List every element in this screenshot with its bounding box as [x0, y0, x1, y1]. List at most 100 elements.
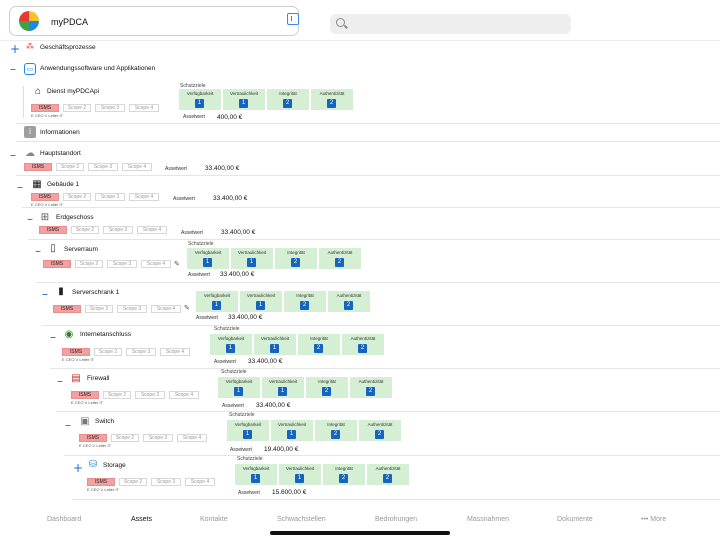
schutzziel-vertraulichkeit: Vertraulichkeit 1	[262, 377, 304, 398]
assetwert-label: Assetwert	[183, 114, 205, 120]
search-bar[interactable]	[330, 14, 571, 34]
schutzziel-vertraulichkeit: Vertraulichkeit 1	[231, 248, 273, 269]
assetwert-label: Assetwert	[181, 230, 203, 236]
asset-owner: E CEO V Leiter IT	[31, 113, 64, 118]
schutzziel-vertraulichkeit: Vertraulichkeit 1	[240, 291, 282, 312]
tab-kontakte[interactable]: Kontakte	[200, 516, 228, 523]
asset-name[interactable]: Hauptstandort	[40, 150, 81, 157]
home-indicator	[270, 531, 450, 535]
assetwert-value: 19.400,00 €	[264, 446, 299, 453]
search-icon	[336, 18, 345, 27]
scope-tag: Scope 4	[129, 193, 159, 201]
schutzziel-integritaet: Integrität 2	[275, 248, 317, 269]
schutzziel-authentizitaet: Authentizität 2	[319, 248, 361, 269]
edit-pencil-icon[interactable]: ✎	[184, 304, 190, 312]
scope-tag: Scope 3	[135, 391, 165, 399]
scope-tag: Scope 3	[95, 104, 125, 112]
category-label[interactable]: Informationen	[40, 129, 80, 136]
assetwert-label: Assetwert	[196, 315, 218, 321]
building-icon: ▦	[32, 179, 42, 190]
assetwert-value: 33.400,00 €	[220, 271, 255, 278]
bottom-tab-bar: Dashboard Assets Kontakte Schwachstellen…	[0, 510, 720, 530]
asset-name[interactable]: Gebäude 1	[47, 181, 79, 188]
application-icon: ▭	[24, 63, 36, 75]
scope-tag-isms: ISMS	[43, 260, 71, 268]
share-icon[interactable]	[287, 13, 299, 25]
header-divider	[0, 40, 720, 41]
scope-tag: Scope 2	[85, 305, 113, 313]
scope-tag: Scope 4	[141, 260, 171, 268]
schutzziel-verfuegbarkeit: Verfügbarkeit 1	[179, 89, 221, 110]
asset-owner: E CEO V Leiter IT	[79, 443, 112, 448]
collapse-minus-icon[interactable]: –	[65, 419, 71, 431]
asset-name[interactable]: Switch	[95, 418, 114, 425]
schutzziel-vertraulichkeit: Vertraulichkeit 1	[279, 464, 321, 485]
expand-plus-icon[interactable]: +	[10, 43, 20, 55]
scope-tag: Scope 4	[137, 226, 167, 234]
row-divider	[56, 411, 720, 412]
app-title: myPDCA	[51, 17, 89, 27]
schutzziel-verfuegbarkeit: Verfügbarkeit 1	[227, 420, 269, 441]
asset-owner: E CEO V Leiter IT	[62, 357, 95, 362]
scope-tag: Scope 4	[185, 478, 215, 486]
schutzziel-integritaet: Integrität 2	[306, 377, 348, 398]
row-divider	[22, 207, 720, 208]
asset-name[interactable]: Serverraum	[64, 246, 98, 253]
tab-bedrohungen[interactable]: Bedrohungen	[375, 516, 417, 523]
schutzziel-vertraulichkeit: Vertraulichkeit 1	[254, 334, 296, 355]
collapse-minus-icon[interactable]: –	[42, 288, 48, 300]
search-input[interactable]	[350, 17, 565, 31]
collapse-minus-icon[interactable]: –	[35, 245, 41, 257]
collapse-minus-icon[interactable]: –	[50, 331, 56, 343]
edit-pencil-icon[interactable]: ✎	[174, 260, 180, 268]
collapse-minus-icon[interactable]: –	[10, 63, 16, 75]
schutzziel-verfuegbarkeit: Verfügbarkeit 1	[235, 464, 277, 485]
schutzziel-verfuegbarkeit: Verfügbarkeit 1	[196, 291, 238, 312]
assetwert-label: Assetwert	[230, 447, 252, 453]
row-divider	[50, 368, 720, 369]
collapse-minus-icon[interactable]: –	[10, 149, 16, 161]
collapse-minus-icon[interactable]: –	[17, 181, 23, 193]
tab-more[interactable]: ••• More	[641, 516, 666, 523]
schutzziel-authentizitaet: Authentizität 2	[359, 420, 401, 441]
scope-tag: Scope 2	[63, 193, 91, 201]
collapse-minus-icon[interactable]: –	[27, 213, 33, 225]
schutzziele-label: Schutzziele	[229, 412, 255, 418]
schutzziel-verfuegbarkeit: Verfügbarkeit 1	[187, 248, 229, 269]
assetwert-label: Assetwert	[173, 196, 195, 202]
asset-owner: E CEO V Leiter IT	[87, 487, 120, 492]
category-label[interactable]: Anwendungssoftware und Applikationen	[40, 65, 155, 72]
asset-name[interactable]: Firewall	[87, 375, 109, 382]
scope-tag-isms: ISMS	[71, 391, 99, 399]
asset-name[interactable]: Serverschrank 1	[72, 289, 119, 296]
scope-tag: Scope 2	[71, 226, 99, 234]
app-header[interactable]: myPDCA	[9, 6, 299, 36]
scope-tag: Scope 2	[103, 391, 131, 399]
schutzziel-integritaet: Integrität 2	[315, 420, 357, 441]
tab-dokumente[interactable]: Dokumente	[557, 516, 593, 523]
scope-tag: Scope 3	[95, 193, 125, 201]
tab-massnahmen[interactable]: Massnahmen	[467, 516, 509, 523]
scope-tag-isms: ISMS	[87, 478, 115, 486]
scope-tag: Scope 3	[126, 348, 156, 356]
collapse-minus-icon[interactable]: –	[57, 375, 63, 387]
asset-name[interactable]: Internetanschluss	[80, 331, 131, 338]
tab-schwachstellen[interactable]: Schwachstellen	[277, 516, 326, 523]
scope-tag: Scope 4	[160, 348, 190, 356]
tab-dashboard[interactable]: Dashboard	[47, 516, 81, 523]
assetwert-label: Assetwert	[222, 403, 244, 409]
door-icon: ▯	[50, 243, 56, 254]
expand-plus-icon[interactable]: +	[73, 462, 83, 474]
asset-name[interactable]: Dienst myPDCApi	[47, 88, 99, 95]
asset-name[interactable]: Erdgeschoss	[56, 214, 94, 221]
scope-tag-isms: ISMS	[31, 104, 59, 112]
firewall-icon: ▤	[71, 373, 81, 384]
category-label[interactable]: Geschäftsprozesse	[40, 44, 96, 51]
schutzziel-verfuegbarkeit: Verfügbarkeit 1	[218, 377, 260, 398]
information-icon: i	[24, 126, 36, 138]
tab-assets[interactable]: Assets	[131, 516, 152, 523]
row-divider	[16, 141, 720, 142]
schutzziel-authentizitaet: Authentizität 2	[311, 89, 353, 110]
floor-icon: ⊞	[40, 212, 50, 223]
asset-name[interactable]: Storage	[103, 462, 126, 469]
